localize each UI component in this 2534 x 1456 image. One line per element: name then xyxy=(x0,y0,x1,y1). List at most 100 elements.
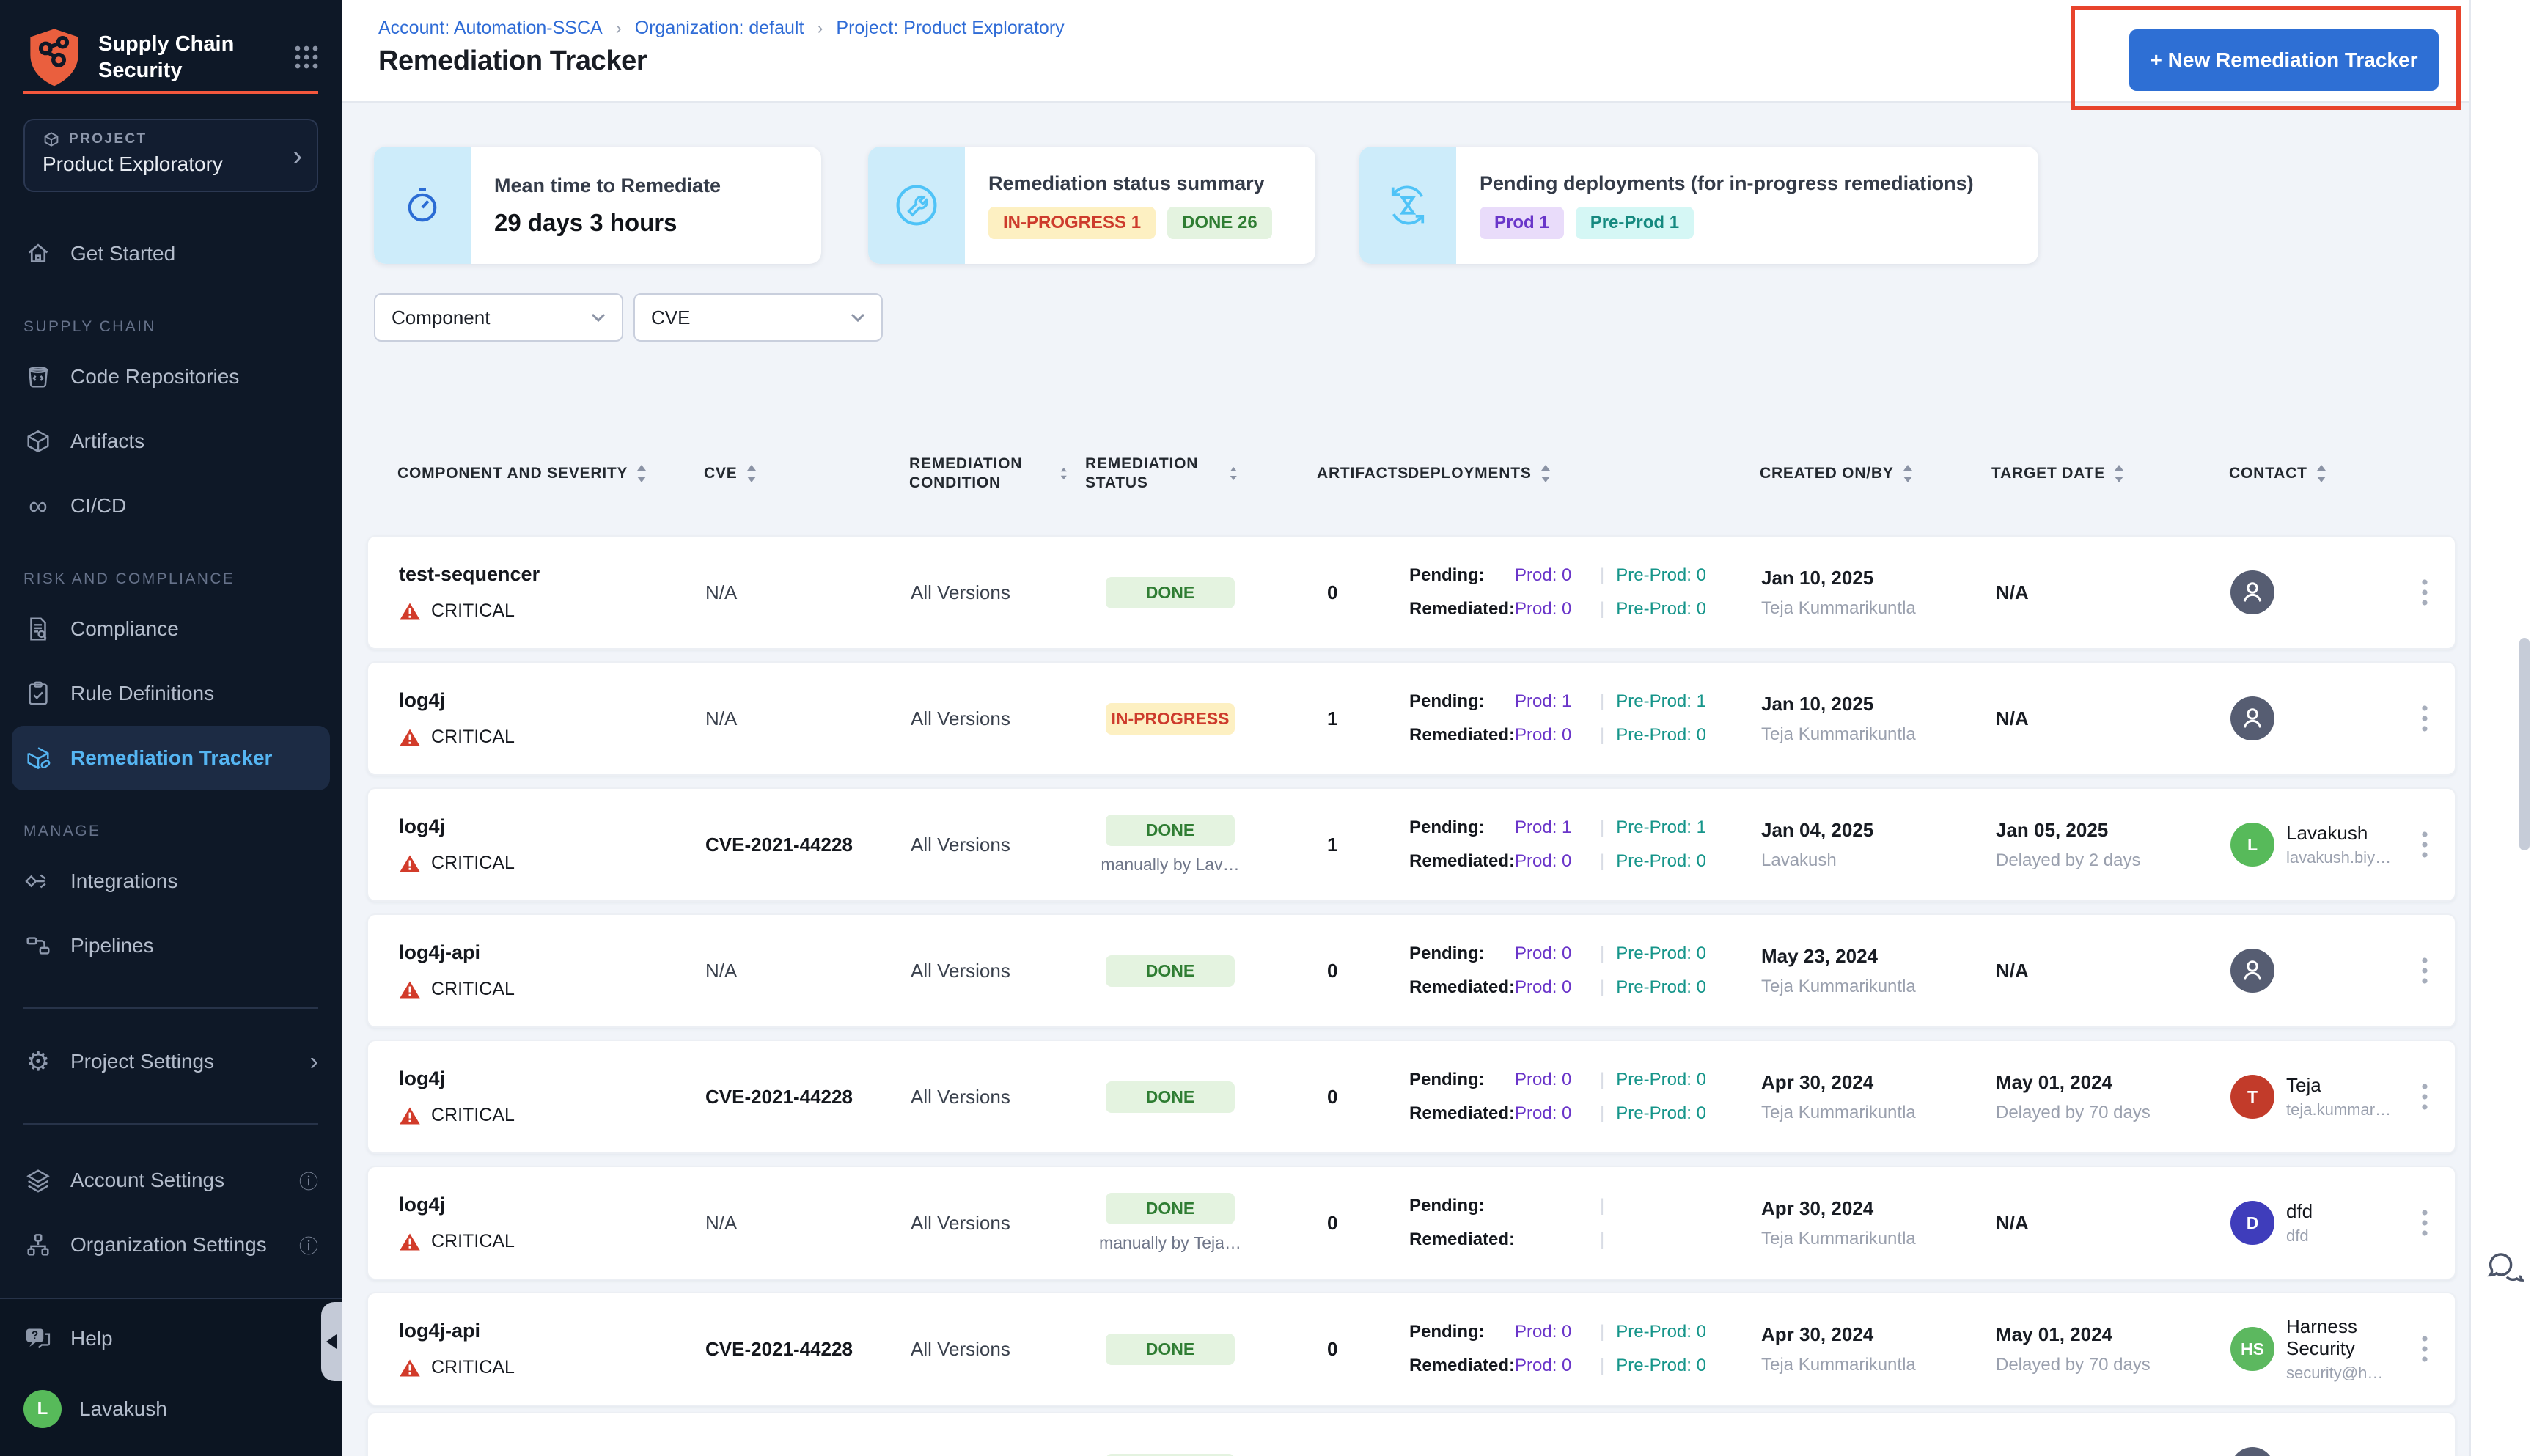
sidebar-item-get-started[interactable]: Get Started xyxy=(0,221,342,286)
pending-preprod[interactable]: Pre-Prod: 0 xyxy=(1616,944,1706,964)
pending-preprod[interactable]: Pre-Prod: 1 xyxy=(1616,691,1706,712)
pending-preprod[interactable]: Pre-Prod: 0 xyxy=(1616,1070,1706,1090)
remediated-prod[interactable]: Prod: 0 xyxy=(1515,1356,1588,1376)
table-row[interactable]: test-sequencer CRITICAL N/A All Versions… xyxy=(367,535,2456,650)
contact-avatar: T xyxy=(2230,1075,2274,1119)
table-row[interactable]: xz-libs DONE Pending:Prod: 0|Pre-Prod: 0… xyxy=(367,1412,2456,1456)
component-filter-label: Component xyxy=(392,306,491,328)
table-row[interactable]: log4j-api CRITICAL CVE-2021-44228 All Ve… xyxy=(367,1292,2456,1406)
pending-preprod[interactable]: Pre-Prod: 0 xyxy=(1616,1322,1706,1342)
remediated-preprod[interactable]: Pre-Prod: 0 xyxy=(1616,599,1706,619)
supply-chain-security-logo-icon xyxy=(30,29,78,87)
artifacts-count: 0 xyxy=(1327,1085,1338,1108)
card-iconbox xyxy=(868,147,965,264)
project-label-row: PROJECT xyxy=(43,130,302,148)
column-header-created-on-by[interactable]: CREATED ON/BY xyxy=(1742,455,1991,493)
created-date: Apr 30, 2024 xyxy=(1761,1323,1874,1345)
table-row[interactable]: log4j CRITICAL CVE-2021-44228 All Versio… xyxy=(367,787,2456,902)
row-actions-menu[interactable] xyxy=(2392,957,2458,984)
column-header-deployments[interactable]: DEPLOYMENTS xyxy=(1393,455,1742,493)
remediated-preprod[interactable]: Pre-Prod: 0 xyxy=(1616,725,1706,746)
remediated-prod[interactable]: Prod: 0 xyxy=(1515,1103,1588,1124)
row-actions-menu[interactable] xyxy=(2392,1084,2458,1110)
sidebar-item-artifacts[interactable]: Artifacts xyxy=(0,409,342,474)
breadcrumb-project[interactable]: Project: Product Exploratory xyxy=(836,18,1064,39)
pending-prod[interactable]: Prod: 0 xyxy=(1515,944,1588,964)
deployments-cell: Pending: Prod: 1 | Pre-Prod: 1 Remediated: P… xyxy=(1409,817,1706,872)
breadcrumb-account[interactable]: Account: Automation-SSCA xyxy=(378,18,603,39)
column-header-artifacts[interactable]: ARTIFACTS xyxy=(1273,455,1408,493)
sidebar-divider xyxy=(23,1123,318,1125)
sidebar-item-label: CI/CD xyxy=(70,494,127,517)
target-date: N/A xyxy=(1996,959,2029,982)
row-actions-menu[interactable] xyxy=(2392,1336,2458,1362)
badge-prod-count: Prod 1 xyxy=(1480,206,1564,239)
target-note: Delayed by 70 days xyxy=(1996,1102,2151,1122)
component-name: log4j xyxy=(399,689,446,711)
pending-prod[interactable]: Prod: 0 xyxy=(1515,565,1588,586)
pending-prod[interactable]: Prod: 1 xyxy=(1515,817,1588,838)
row-actions-menu[interactable] xyxy=(2392,1210,2458,1236)
gear-icon: ⚙ xyxy=(26,1046,51,1076)
contact-email: dfd xyxy=(2286,1227,2309,1245)
sidebar-item-pipelines[interactable]: Pipelines xyxy=(0,913,342,978)
table-row[interactable]: log4j CRITICAL CVE-2021-44228 All Versio… xyxy=(367,1040,2456,1154)
component-filter-dropdown[interactable]: Component xyxy=(374,293,623,342)
pending-prod[interactable]: Prod: 1 xyxy=(1515,691,1588,712)
breadcrumb-organization[interactable]: Organization: default xyxy=(635,18,804,39)
remediated-preprod[interactable]: Pre-Prod: 0 xyxy=(1616,1356,1706,1376)
pending-prod[interactable]: Prod: 0 xyxy=(1515,1322,1588,1342)
column-header-target-date[interactable]: TARGET DATE xyxy=(1991,455,2214,493)
created-by: Lavakush xyxy=(1761,850,1837,870)
remediated-prod[interactable]: Prod: 0 xyxy=(1515,851,1588,872)
sidebar-item-integrations[interactable]: Integrations xyxy=(0,849,342,913)
sidebar-item-cicd[interactable]: ∞ CI/CD xyxy=(0,474,342,538)
remediated-prod[interactable]: Prod: 0 xyxy=(1515,599,1588,619)
column-header-remediation-status[interactable]: REMEDIATION STATUS xyxy=(1085,455,1238,493)
remediated-prod[interactable]: Prod: 0 xyxy=(1515,977,1588,998)
card-pending-deployments: Pending deployments (for in-progress rem… xyxy=(1359,147,2038,264)
remediation-condition: All Versions xyxy=(911,707,1010,729)
cve-filter-label: CVE xyxy=(651,306,691,328)
target-note: Delayed by 2 days xyxy=(1996,850,2141,870)
breadcrumb-separator: › xyxy=(817,18,823,38)
table-row[interactable]: log4j CRITICAL N/A All Versions DONE manu… xyxy=(367,1166,2456,1280)
sidebar-collapse-handle[interactable] xyxy=(321,1302,342,1381)
vertical-scrollbar[interactable] xyxy=(2519,638,2530,850)
pending-preprod[interactable]: Pre-Prod: 0 xyxy=(1616,565,1706,586)
remediated-preprod[interactable]: Pre-Prod: 0 xyxy=(1616,977,1706,998)
row-actions-menu[interactable] xyxy=(2392,705,2458,732)
right-gutter xyxy=(2469,0,2534,1456)
sidebar-item-account-settings[interactable]: Account Settings ⓘ xyxy=(0,1148,342,1213)
pending-preprod[interactable]: Pre-Prod: 1 xyxy=(1616,817,1706,838)
sidebar-item-code-repositories[interactable]: Code Repositories xyxy=(0,345,342,409)
cve-value: CVE-2021-44228 xyxy=(705,1337,853,1360)
app-switcher-grid-icon[interactable] xyxy=(292,43,321,72)
row-actions-menu[interactable] xyxy=(2392,831,2458,858)
project-selector[interactable]: PROJECT Product Exploratory › xyxy=(23,119,318,192)
sidebar-item-compliance[interactable]: Compliance xyxy=(0,597,342,661)
remediated-preprod[interactable]: Pre-Prod: 0 xyxy=(1616,1103,1706,1124)
sidebar-item-organization-settings[interactable]: Organization Settings ⓘ xyxy=(0,1213,342,1277)
row-actions-menu[interactable] xyxy=(2392,579,2458,606)
sidebar-item-project-settings[interactable]: ⚙ Project Settings › xyxy=(0,1029,342,1094)
card-title: Remediation status summary xyxy=(988,172,1265,194)
column-header-component[interactable]: COMPONENT AND SEVERITY xyxy=(367,455,704,493)
chat-support-icon[interactable] xyxy=(2483,1249,2524,1287)
column-header-remediation-condition[interactable]: REMEDIATION CONDITION xyxy=(909,455,1068,493)
user-menu[interactable]: L Lavakush xyxy=(0,1378,342,1440)
new-remediation-tracker-button[interactable]: + New Remediation Tracker xyxy=(2129,29,2439,91)
remediated-preprod[interactable]: Pre-Prod: 0 xyxy=(1616,851,1706,872)
contact-email: teja.kummarik… xyxy=(2286,1100,2392,1119)
target-date: N/A xyxy=(1996,707,2029,729)
cve-filter-dropdown[interactable]: CVE xyxy=(634,293,883,342)
sidebar-item-rule-definitions[interactable]: Rule Definitions xyxy=(0,661,342,726)
table-row[interactable]: log4j CRITICAL N/A All Versions IN-PROGR… xyxy=(367,661,2456,776)
sidebar-item-help[interactable]: ? Help xyxy=(0,1311,342,1367)
table-row[interactable]: log4j-api CRITICAL N/A All Versions DONE… xyxy=(367,913,2456,1028)
remediated-prod[interactable]: Prod: 0 xyxy=(1515,725,1588,746)
column-header-contact[interactable]: CONTACT xyxy=(2214,455,2390,493)
column-header-cve[interactable]: CVE xyxy=(704,455,909,493)
pending-prod[interactable]: Prod: 0 xyxy=(1515,1070,1588,1090)
sidebar-item-remediation-tracker[interactable]: Remediation Tracker xyxy=(12,726,330,790)
